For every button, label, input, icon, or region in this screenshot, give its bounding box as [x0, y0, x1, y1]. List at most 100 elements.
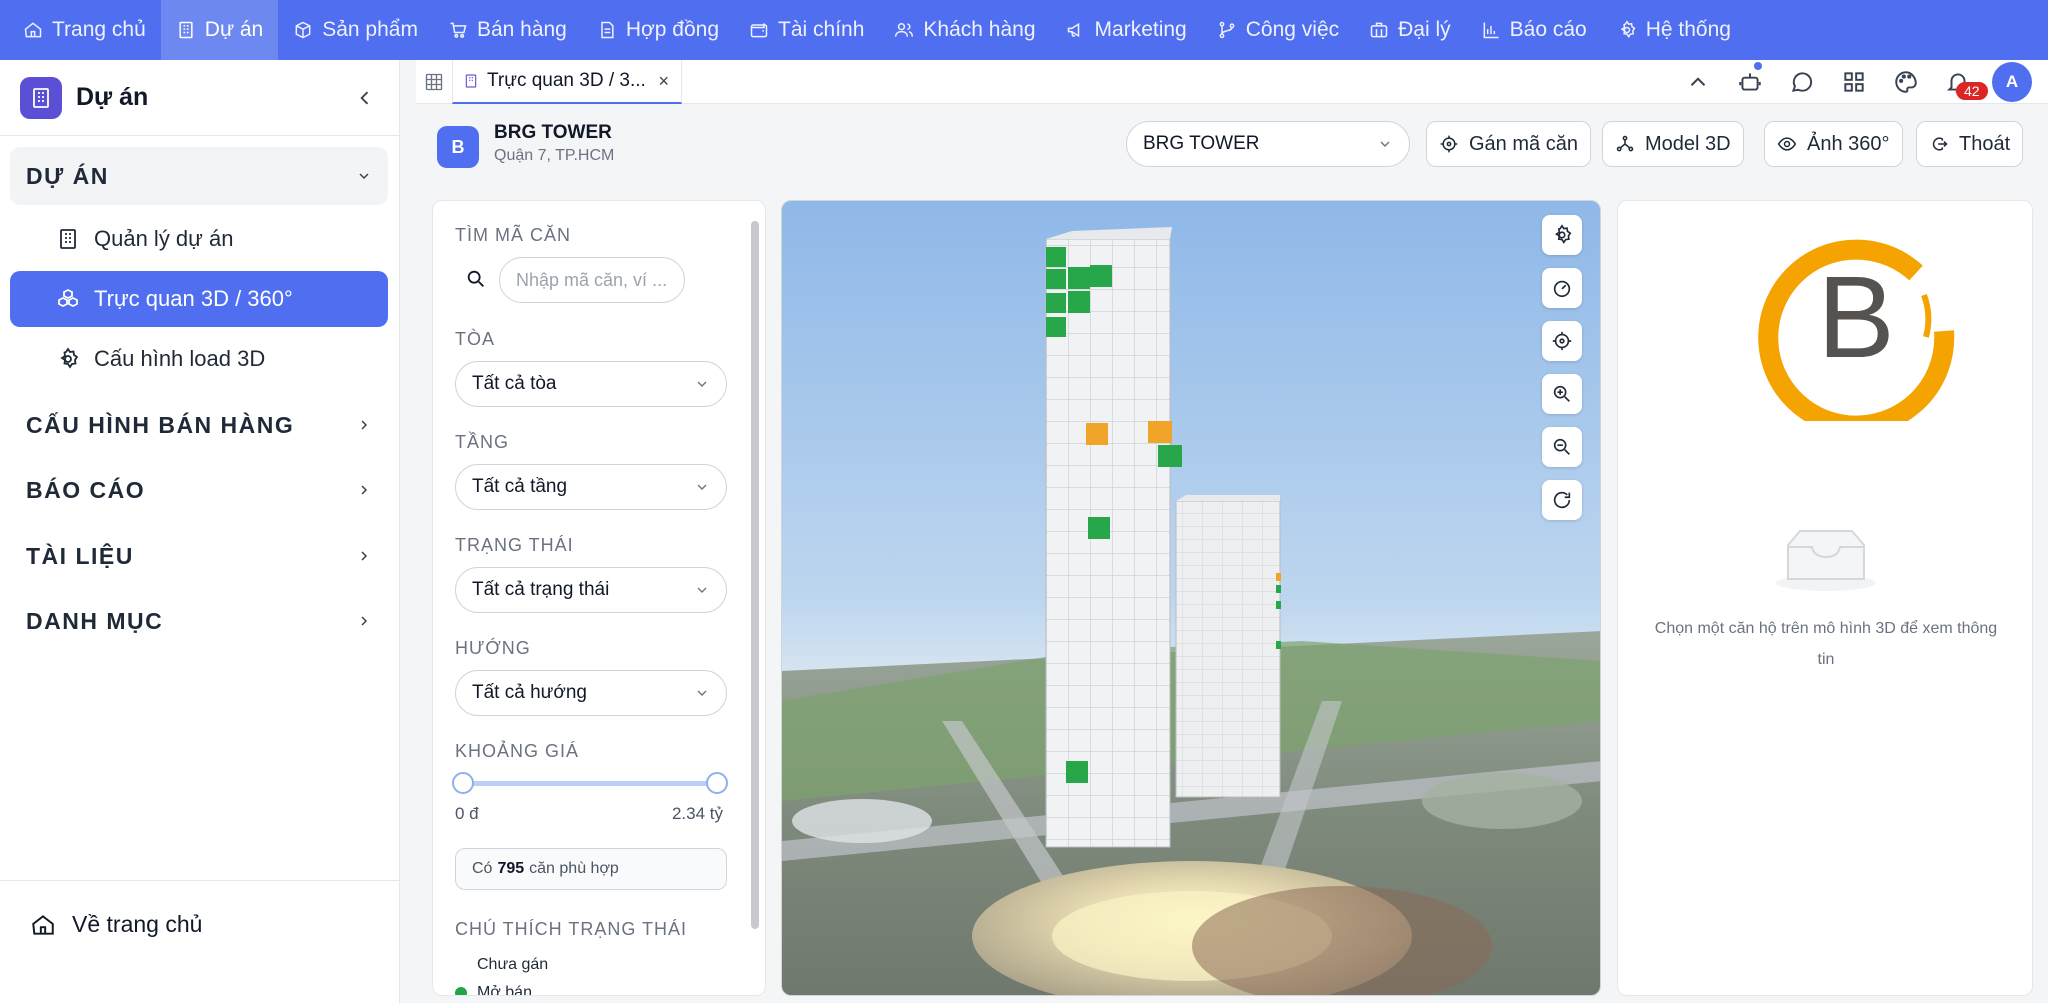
huong-select-value: Tất cả hướng [472, 682, 587, 703]
brg-logo: B [1758, 239, 1955, 421]
project-select[interactable]: BRG TOWER [1126, 121, 1410, 167]
filter-scrollbar[interactable] [751, 221, 759, 929]
huong-label: HƯỚNG [455, 638, 531, 658]
sidebar-item-label: Trực quan 3D / 360° [94, 286, 293, 311]
nav-label: Sản phẩm [322, 18, 418, 41]
tang-select[interactable]: Tất cả tầng [455, 464, 727, 510]
building-logo-icon [20, 76, 62, 119]
project-badge: B [437, 126, 479, 168]
theme-button[interactable] [1880, 60, 1932, 104]
legend-text: Mở bán [477, 984, 532, 996]
search-input[interactable] [499, 257, 685, 303]
gauge-icon [1553, 280, 1571, 298]
price-max-value: 2.34 tỷ [671, 804, 723, 823]
zoom-in-button[interactable] [1542, 374, 1582, 414]
apps-button[interactable] [1828, 60, 1880, 104]
wallet-icon [750, 23, 768, 38]
viewer-locate-button[interactable] [1542, 321, 1582, 361]
chat-button[interactable] [1776, 60, 1828, 104]
reset-view-button[interactable] [1542, 480, 1582, 520]
trang-thai-select[interactable]: Tất cả trạng thái [455, 567, 727, 613]
notifications-button[interactable]: 42 [1932, 60, 1988, 104]
network-icon [1616, 135, 1634, 152]
nav-bao-cao[interactable]: Báo cáo [1466, 0, 1602, 60]
3d-viewer[interactable] [781, 200, 1601, 996]
toa-select[interactable]: Tất cả tòa [455, 361, 727, 407]
nav-label: Marketing [1094, 18, 1187, 41]
sidebar-header: Dự án [0, 60, 399, 136]
sidebar-group-du-an[interactable]: DỰ ÁN [10, 147, 388, 205]
legend-item-mo-ban: Mở bán [455, 979, 548, 996]
button-label: Model 3D [1645, 132, 1731, 155]
legend-item-chua-gan: Chưa gán [455, 951, 548, 979]
sidebar-item-quan-ly-du-an[interactable]: Quản lý dự án [10, 211, 388, 267]
viewer-performance-button[interactable] [1542, 268, 1582, 308]
nav-he-thong[interactable]: Hệ thống [1602, 0, 1746, 60]
sidebar-group-tai-lieu[interactable]: TÀI LIỆU [10, 527, 388, 585]
nav-tai-chinh[interactable]: Tài chính [734, 0, 879, 60]
branch-icon [1219, 21, 1235, 39]
nav-hop-dong[interactable]: Hợp đồng [582, 0, 734, 60]
nav-label: Bán hàng [476, 18, 567, 41]
building-icon [179, 21, 193, 39]
chevron-down-icon [359, 173, 369, 180]
sidebar-group-bao-cao[interactable]: BÁO CÁO [10, 461, 388, 519]
bot-button[interactable] [1724, 60, 1776, 104]
nav-du-an[interactable]: Dự án [160, 0, 279, 60]
user-avatar[interactable]: A [1992, 62, 2032, 102]
toa-label: TÒA [455, 329, 496, 349]
sidebar-group-danh-muc[interactable]: DANH MỤC [10, 592, 388, 650]
collapse-sidebar-button[interactable] [351, 84, 379, 112]
huong-select[interactable]: Tất cả hướng [455, 670, 727, 716]
chevron-right-icon [361, 420, 368, 430]
filter-panel: TÌM MÃ CĂN TÒA Tất cả tòa TẦNG Tất cả tầ… [432, 200, 766, 996]
nav-ban-hang[interactable]: Bán hàng [433, 0, 582, 60]
legend-swatch [455, 987, 467, 995]
model-3d-button[interactable]: Model 3D [1602, 121, 1744, 167]
nav-trang-chu[interactable]: Trang chủ [8, 0, 161, 60]
legend-label: CHÚ THÍCH TRẠNG THÁI [455, 919, 688, 939]
nav-marketing[interactable]: Marketing [1051, 0, 1202, 60]
empty-inbox-icon [1776, 530, 1876, 591]
apps-grid-icon [1844, 72, 1864, 92]
trang-thai-select-value: Tất cả trạng thái [472, 579, 610, 600]
back-home-link[interactable]: Về trang chủ [30, 911, 202, 938]
nav-cong-viec[interactable]: Công việc [1202, 0, 1354, 60]
sidebar-item-cau-hinh-load-3d[interactable]: Cấu hình load 3D [10, 331, 388, 387]
search-label: TÌM MÃ CĂN [455, 225, 571, 245]
photo-360-button[interactable]: Ảnh 360° [1764, 121, 1903, 167]
tab-truc-quan-3d[interactable]: Trực quan 3D / 3... × [452, 60, 682, 104]
home-icon [32, 914, 54, 935]
building-icon [465, 74, 477, 88]
sidebar-item-truc-quan-3d[interactable]: Trực quan 3D / 360° [10, 271, 388, 327]
nav-dai-ly[interactable]: Đại lý [1354, 0, 1466, 60]
toa-select-value: Tất cả tòa [472, 373, 557, 394]
price-max-handle[interactable] [706, 772, 728, 794]
briefcase-icon [1370, 22, 1388, 38]
price-min-handle[interactable] [452, 772, 474, 794]
nav-khach-hang[interactable]: Khách hàng [879, 0, 1050, 60]
close-tab-button[interactable]: × [658, 71, 669, 92]
viewer-settings-button[interactable] [1542, 215, 1582, 255]
bar-chart-icon [1483, 22, 1499, 39]
logout-icon [1932, 137, 1948, 151]
count-value: 795 [497, 860, 525, 877]
project-name: BRG TOWER [494, 122, 612, 143]
collapse-up-button[interactable] [1672, 60, 1724, 104]
nav-san-pham[interactable]: Sản phẩm [278, 0, 433, 60]
zoom-out-button[interactable] [1542, 427, 1582, 467]
empty-state-text: Chọn một căn hộ trên mô hình 3D để xem t… [1654, 620, 1998, 668]
tabs-grid-icon[interactable] [424, 72, 444, 92]
search-icon [467, 270, 484, 287]
legend-text: Chưa gán [477, 956, 549, 973]
sidebar-group-cau-hinh-ban-hang[interactable]: CẤU HÌNH BÁN HÀNG [10, 396, 388, 454]
palette-icon [1895, 71, 1917, 93]
sidebar-item-label: Quản lý dự án [94, 226, 234, 251]
assign-unit-code-button[interactable]: Gán mã căn [1426, 121, 1591, 167]
unit-info-panel: B Chọn một căn hộ trên mô hình 3D để xem… [1617, 200, 2033, 996]
price-slider-track[interactable] [463, 781, 717, 786]
exit-button[interactable]: Thoát [1916, 121, 2024, 167]
cubes-icon [58, 288, 78, 308]
group-label: DỰ ÁN [26, 162, 109, 189]
3d-scene[interactable] [782, 201, 1601, 996]
